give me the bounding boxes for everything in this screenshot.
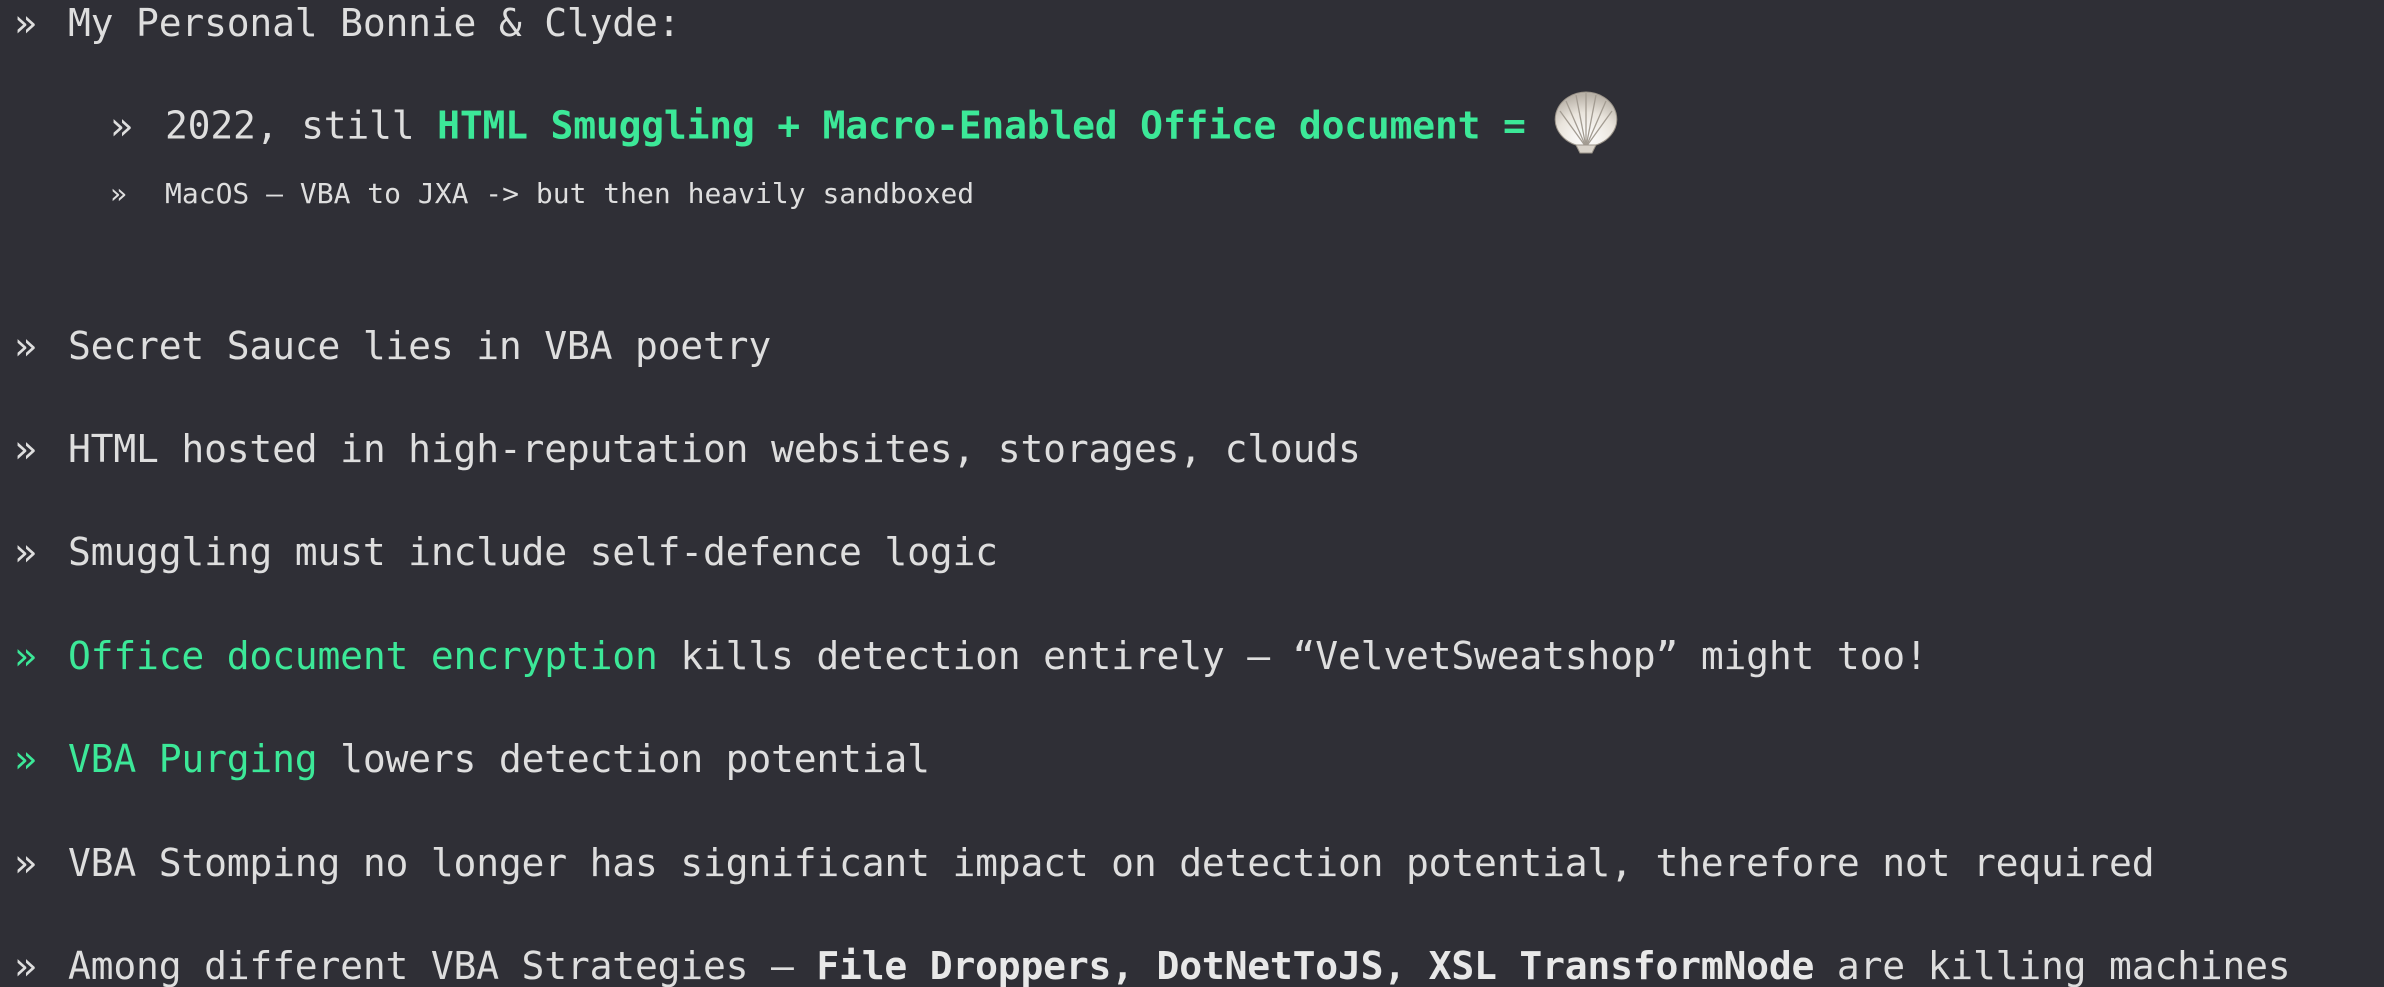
bullet-marker: »	[14, 841, 37, 885]
slide-bullet-3: » HTML hosted in high-reputation websites…	[0, 430, 1361, 468]
bullet-marker: »	[14, 1, 37, 45]
bullet-text: Smuggling must include self-defence logi…	[68, 530, 998, 574]
bullet-text: VBA Stomping no longer has significant i…	[68, 841, 2155, 885]
slide-bullet-1: » My Personal Bonnie & Clyde:	[0, 1, 681, 45]
bullet-highlight: HTML Smuggling + Macro-Enabled Office do…	[437, 103, 1526, 148]
bullet-marker: »	[14, 634, 37, 678]
slide-bullet-8: » Among different VBA Strategies – File D…	[0, 944, 2291, 987]
slide-subbullet-2: » MacOS – VBA to JXA -> but then heavily …	[0, 180, 974, 208]
bullet-text: Secret Sauce lies in VBA poetry	[68, 324, 772, 368]
bullet-text: My Personal Bonnie & Clyde:	[68, 1, 681, 45]
bullet-text: MacOS – VBA to JXA -> but then heavily s…	[165, 177, 975, 210]
bullet-text-suffix: lowers detection potential	[317, 737, 930, 781]
slide-bullet-7: » VBA Stomping no longer has significant …	[0, 841, 2155, 885]
bullet-marker: »	[14, 530, 37, 574]
bullet-highlight: VBA Purging	[68, 737, 318, 781]
bullet-text-suffix: kills detection entirely – “VelvetSweats…	[657, 634, 1928, 678]
bullet-marker: »	[110, 177, 127, 210]
bullet-bold: File Droppers, DotNetToJS, XSL Transform…	[816, 944, 1815, 987]
shell-icon	[1550, 89, 1622, 155]
bullet-text-prefix: Among different VBA Strategies –	[68, 944, 817, 987]
bullet-marker: »	[110, 103, 133, 148]
bullet-marker: »	[14, 427, 37, 471]
bullet-text-prefix: 2022, still	[165, 103, 438, 148]
slide-subbullet-1: » 2022, still HTML Smuggling + Macro-Enab…	[0, 91, 1622, 161]
bullet-text: HTML hosted in high-reputation websites,…	[68, 427, 1361, 471]
bullet-marker: »	[14, 737, 37, 781]
bullet-highlight: Office document encryption	[68, 634, 658, 678]
slide-bullet-4: » Smuggling must include self-defence log…	[0, 533, 998, 571]
slide-bullet-6: » VBA Purging lowers detection potential	[0, 740, 930, 778]
slide-bullet-2: » Secret Sauce lies in VBA poetry	[0, 327, 771, 365]
bullet-marker: »	[14, 944, 37, 987]
slide-bullet-5: » Office document encryption kills detect…	[0, 637, 1928, 675]
bullet-marker: »	[14, 324, 37, 368]
bullet-text-suffix: are killing machines	[1814, 944, 2291, 987]
